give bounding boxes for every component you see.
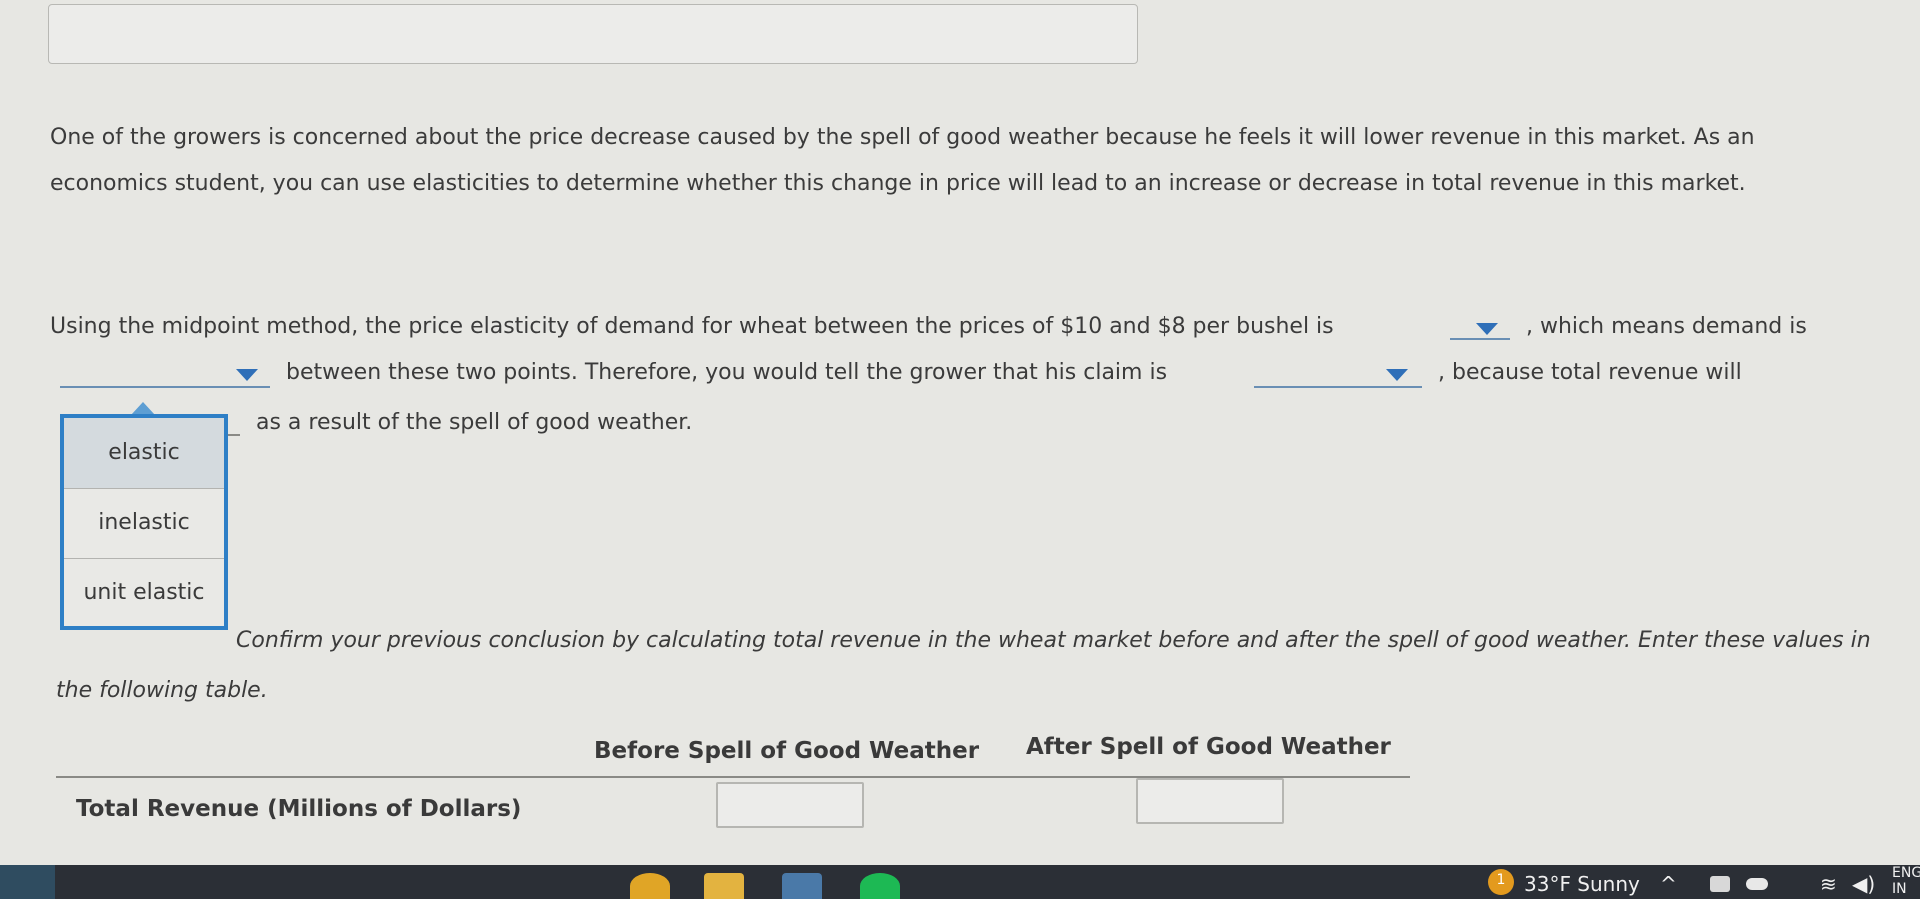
- homework-page: One of the growers is concerned about th…: [0, 0, 1920, 865]
- claim-validity-dropdown[interactable]: [1254, 364, 1422, 388]
- sentence-1-part-2: , which means demand is: [1526, 314, 1807, 339]
- sentence-2-part-1: between these two points. Therefore, you…: [286, 360, 1168, 385]
- demand-type-options: elastic inelastic unit elastic: [60, 414, 228, 630]
- total-revenue-before-input[interactable]: [716, 782, 864, 828]
- row-label-total-revenue: Total Revenue (Millions of Dollars): [76, 796, 522, 822]
- spotify-icon[interactable]: [860, 873, 900, 899]
- confirm-line-2: the following table.: [56, 678, 268, 703]
- weather-text[interactable]: 33°F Sunny: [1524, 872, 1640, 896]
- sentence-2-part-2: , because total revenue will: [1438, 360, 1742, 385]
- column-header-before: Before Spell of Good Weather: [594, 738, 980, 764]
- chevron-down-icon: [236, 369, 258, 381]
- up-arrow-icon[interactable]: ^: [1660, 872, 1677, 896]
- chevron-down-icon: [1476, 323, 1498, 335]
- previous-answer-box: [48, 4, 1138, 64]
- start-button[interactable]: [0, 865, 55, 899]
- chevron-down-icon: [1386, 369, 1408, 381]
- confirm-line-1: Confirm your previous conclusion by calc…: [56, 628, 1871, 653]
- taskbar: 1 33°F Sunny ^ ≋ ◀) ENG IN: [0, 865, 1920, 899]
- option-unit-elastic[interactable]: unit elastic: [64, 558, 224, 628]
- speaker-icon[interactable]: ◀): [1852, 872, 1875, 896]
- option-elastic[interactable]: elastic: [64, 418, 224, 489]
- language-line-2: IN: [1892, 881, 1907, 897]
- column-header-after: After Spell of Good Weather: [1026, 734, 1391, 760]
- language-line-1: ENG: [1892, 865, 1920, 881]
- intro-paragraph: One of the growers is concerned about th…: [50, 125, 1755, 196]
- battery-icon[interactable]: [1710, 876, 1730, 892]
- app-icon[interactable]: [782, 873, 822, 899]
- confirm-text: Confirm your previous conclusion by calc…: [236, 628, 1871, 653]
- total-revenue-after-input[interactable]: [1136, 778, 1284, 824]
- sentence-1-part-1: Using the midpoint method, the price ela…: [50, 314, 1334, 339]
- weather-alert-icon[interactable]: 1: [1488, 869, 1514, 895]
- chrome-icon[interactable]: [630, 873, 670, 899]
- language-indicator[interactable]: ENG IN: [1892, 865, 1920, 897]
- file-explorer-icon[interactable]: [704, 873, 744, 899]
- sentence-3: as a result of the spell of good weather…: [256, 410, 693, 435]
- demand-type-dropdown[interactable]: [60, 364, 270, 388]
- cloud-icon[interactable]: [1746, 878, 1768, 890]
- option-inelastic[interactable]: inelastic: [64, 488, 224, 559]
- elasticity-value-dropdown[interactable]: [1450, 316, 1510, 340]
- wifi-icon[interactable]: ≋: [1820, 872, 1837, 896]
